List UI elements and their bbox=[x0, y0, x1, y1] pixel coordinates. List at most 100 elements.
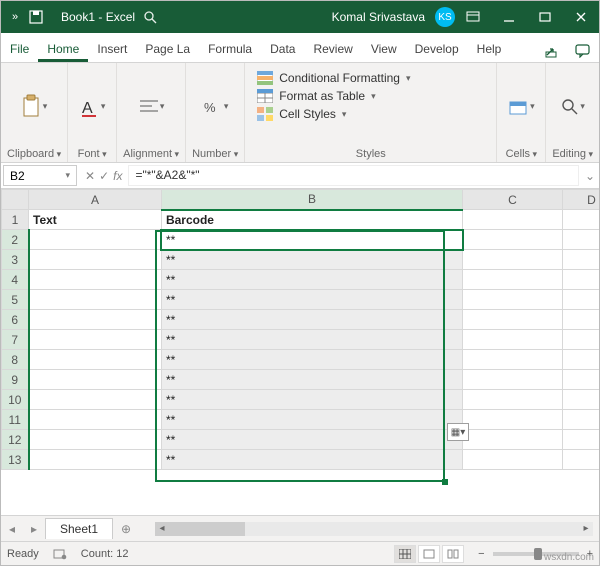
cell[interactable] bbox=[463, 410, 563, 430]
cell[interactable] bbox=[463, 390, 563, 410]
row-header[interactable]: 11 bbox=[2, 410, 29, 430]
cell[interactable] bbox=[562, 250, 599, 270]
cell[interactable] bbox=[562, 450, 599, 470]
cell[interactable]: ** bbox=[161, 330, 462, 350]
row-header[interactable]: 1 bbox=[2, 210, 29, 230]
cell[interactable] bbox=[29, 230, 162, 250]
avatar[interactable]: KS bbox=[435, 7, 455, 27]
col-header-D[interactable]: D bbox=[562, 190, 599, 210]
cell[interactable] bbox=[562, 290, 599, 310]
share-icon[interactable] bbox=[537, 40, 567, 62]
expand-formula-bar-icon[interactable]: ⌄ bbox=[581, 163, 599, 188]
zoom-out-icon[interactable]: − bbox=[478, 548, 484, 560]
ribbon-display-options-icon[interactable] bbox=[455, 1, 491, 33]
cell[interactable]: ** bbox=[161, 230, 462, 250]
cell[interactable] bbox=[463, 250, 563, 270]
alignment-controls[interactable] bbox=[133, 81, 169, 133]
tab-view[interactable]: View bbox=[362, 36, 406, 62]
tab-help[interactable]: Help bbox=[468, 36, 511, 62]
cell[interactable] bbox=[463, 290, 563, 310]
autofill-options-button[interactable]: ▦▾ bbox=[447, 423, 469, 441]
row-header[interactable]: 2 bbox=[2, 230, 29, 250]
sheet-tab[interactable]: Sheet1 bbox=[45, 518, 113, 539]
cell[interactable] bbox=[562, 230, 599, 250]
cell[interactable]: ** bbox=[161, 430, 462, 450]
conditional-formatting-button[interactable]: Conditional Formatting bbox=[257, 71, 484, 85]
cell[interactable]: ** bbox=[161, 410, 462, 430]
row-header[interactable]: 8 bbox=[2, 350, 29, 370]
tab-review[interactable]: Review bbox=[304, 36, 361, 62]
font-controls[interactable]: A bbox=[74, 81, 110, 133]
cell[interactable] bbox=[463, 370, 563, 390]
cell[interactable] bbox=[29, 290, 162, 310]
user-name[interactable]: Komal Srivastava bbox=[326, 10, 431, 24]
formula-input[interactable]: ="*"&A2&"*" bbox=[128, 165, 579, 186]
row-header[interactable]: 5 bbox=[2, 290, 29, 310]
cell-styles-button[interactable]: Cell Styles bbox=[257, 107, 484, 121]
scroll-left-icon[interactable]: ◂ bbox=[155, 523, 169, 534]
tab-page-layout[interactable]: Page La bbox=[136, 36, 199, 62]
row-header[interactable]: 3 bbox=[2, 250, 29, 270]
cell[interactable] bbox=[562, 370, 599, 390]
tab-insert[interactable]: Insert bbox=[88, 36, 136, 62]
view-page-break-icon[interactable] bbox=[442, 545, 464, 563]
cell[interactable] bbox=[463, 350, 563, 370]
cell[interactable] bbox=[29, 390, 162, 410]
cell[interactable] bbox=[562, 210, 599, 230]
save-icon[interactable] bbox=[29, 10, 53, 24]
tab-file[interactable]: File bbox=[1, 36, 38, 62]
enter-formula-icon[interactable]: ✓ bbox=[99, 169, 109, 183]
cell[interactable] bbox=[29, 370, 162, 390]
cell[interactable] bbox=[29, 250, 162, 270]
cell[interactable] bbox=[562, 410, 599, 430]
cell[interactable] bbox=[463, 270, 563, 290]
worksheet-grid[interactable]: A B C D 1TextBarcode2**3**4**5**6**7**8*… bbox=[1, 189, 599, 515]
cell[interactable] bbox=[463, 450, 563, 470]
view-page-layout-icon[interactable] bbox=[418, 545, 440, 563]
cell[interactable]: ** bbox=[161, 270, 462, 290]
search-icon[interactable] bbox=[143, 10, 171, 24]
cell[interactable]: ** bbox=[161, 310, 462, 330]
cell[interactable] bbox=[562, 310, 599, 330]
name-box[interactable]: B2 ▾ bbox=[3, 165, 77, 186]
row-header[interactable]: 9 bbox=[2, 370, 29, 390]
editing-button[interactable] bbox=[555, 81, 591, 133]
cell[interactable] bbox=[562, 350, 599, 370]
new-sheet-button[interactable]: ⊕ bbox=[113, 522, 139, 536]
cell[interactable] bbox=[562, 390, 599, 410]
cell[interactable] bbox=[29, 310, 162, 330]
row-header[interactable]: 7 bbox=[2, 330, 29, 350]
fx-icon[interactable]: fx bbox=[113, 169, 122, 183]
scroll-right-icon[interactable]: ▸ bbox=[579, 523, 593, 534]
cell[interactable] bbox=[562, 270, 599, 290]
cell[interactable] bbox=[29, 450, 162, 470]
cell[interactable]: ** bbox=[161, 450, 462, 470]
col-header-C[interactable]: C bbox=[463, 190, 563, 210]
row-header[interactable]: 10 bbox=[2, 390, 29, 410]
maximize-icon[interactable] bbox=[527, 1, 563, 33]
cell[interactable] bbox=[29, 350, 162, 370]
tab-home[interactable]: Home bbox=[38, 36, 88, 62]
cell[interactable] bbox=[562, 430, 599, 450]
col-header-B[interactable]: B bbox=[161, 190, 462, 210]
tab-data[interactable]: Data bbox=[261, 36, 304, 62]
cell[interactable] bbox=[29, 430, 162, 450]
view-normal-icon[interactable] bbox=[394, 545, 416, 563]
fill-handle[interactable] bbox=[442, 479, 448, 485]
cell[interactable]: Text bbox=[29, 210, 162, 230]
macro-record-icon[interactable] bbox=[53, 548, 67, 560]
sheet-nav-prev-icon[interactable]: ◂ bbox=[1, 522, 23, 536]
cells-button[interactable] bbox=[503, 81, 539, 133]
paste-button[interactable] bbox=[16, 81, 52, 133]
cell[interactable] bbox=[463, 230, 563, 250]
format-as-table-button[interactable]: Format as Table bbox=[257, 89, 484, 103]
cell[interactable] bbox=[463, 310, 563, 330]
sheet-nav-next-icon[interactable]: ▸ bbox=[23, 522, 45, 536]
number-format[interactable]: % bbox=[197, 81, 233, 133]
cell[interactable] bbox=[29, 330, 162, 350]
row-header[interactable]: 12 bbox=[2, 430, 29, 450]
cell[interactable]: ** bbox=[161, 390, 462, 410]
cell[interactable]: ** bbox=[161, 370, 462, 390]
cell[interactable] bbox=[562, 330, 599, 350]
horizontal-scrollbar[interactable]: ◂ ▸ bbox=[155, 522, 593, 536]
